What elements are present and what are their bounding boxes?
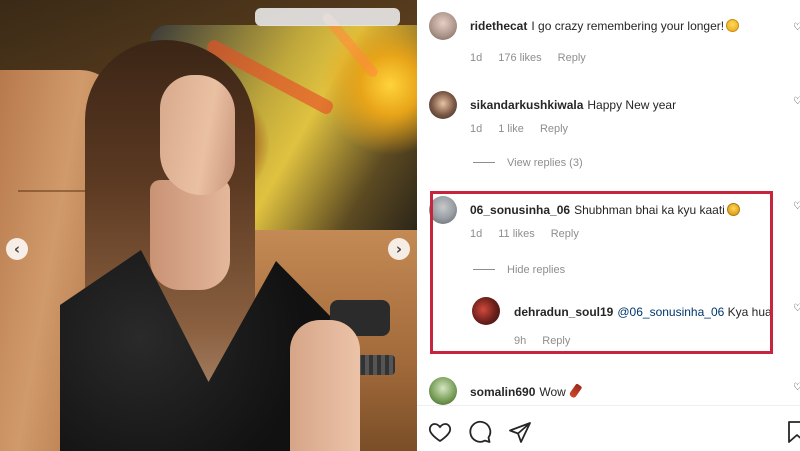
comment-likes[interactable]: 1 like (498, 123, 524, 135)
comment-text-line: sikandarkushkiwala Happy New year (470, 98, 676, 112)
car-ceiling-fixture (255, 8, 400, 26)
person-arm (290, 320, 360, 451)
cool-face-emoji (726, 19, 740, 32)
view-replies-button[interactable]: View replies (3) (473, 157, 583, 169)
comment-username[interactable]: somalin690 (470, 385, 535, 399)
bottle-emoji (568, 383, 583, 399)
comment-likes[interactable]: 176 likes (498, 52, 541, 64)
comment-text-line: ridethecat I go crazy remembering your lo… (470, 19, 740, 33)
comment-text: I go crazy remembering your longer! (531, 19, 725, 33)
comment-username[interactable]: ridethecat (470, 19, 527, 33)
reply-button[interactable]: Reply (540, 123, 568, 135)
view-replies-label: View replies (3) (507, 157, 583, 169)
avatar[interactable] (429, 12, 457, 40)
next-photo-button[interactable]: › (388, 238, 410, 260)
avatar[interactable] (429, 91, 457, 119)
share-icon[interactable] (508, 420, 532, 444)
person-neck (150, 180, 230, 290)
heart-icon[interactable] (428, 420, 452, 444)
comment-text: Happy New year (587, 98, 677, 112)
like-comment-icon[interactable]: ♡ (793, 96, 800, 107)
like-comment-icon[interactable]: ♡ (793, 201, 800, 212)
comment-username[interactable]: sikandarkushkiwala (470, 98, 583, 112)
previous-photo-button[interactable]: ‹ (6, 238, 28, 260)
comment-text-line: somalin690 Wow (470, 383, 583, 399)
like-comment-icon[interactable]: ♡ (793, 22, 800, 33)
dash-icon (473, 162, 495, 163)
avatar[interactable] (429, 377, 457, 405)
bookmark-icon[interactable] (787, 420, 800, 444)
highlight-box (430, 191, 773, 354)
like-comment-icon[interactable]: ♡ (793, 303, 800, 314)
comment-time: 1d (470, 123, 483, 135)
comment-text: Wow (539, 385, 566, 399)
post-photo (0, 0, 417, 451)
comment-meta: 1d 176 likes Reply (470, 52, 602, 64)
comment-meta: 1d 1 like Reply (470, 123, 584, 135)
comment-time: 1d (470, 52, 483, 64)
reply-button[interactable]: Reply (558, 52, 586, 64)
person-face (160, 75, 235, 195)
action-bar (428, 420, 532, 444)
comment-icon[interactable] (468, 420, 492, 444)
like-comment-icon[interactable]: ♡ (793, 382, 800, 393)
divider (417, 405, 800, 406)
